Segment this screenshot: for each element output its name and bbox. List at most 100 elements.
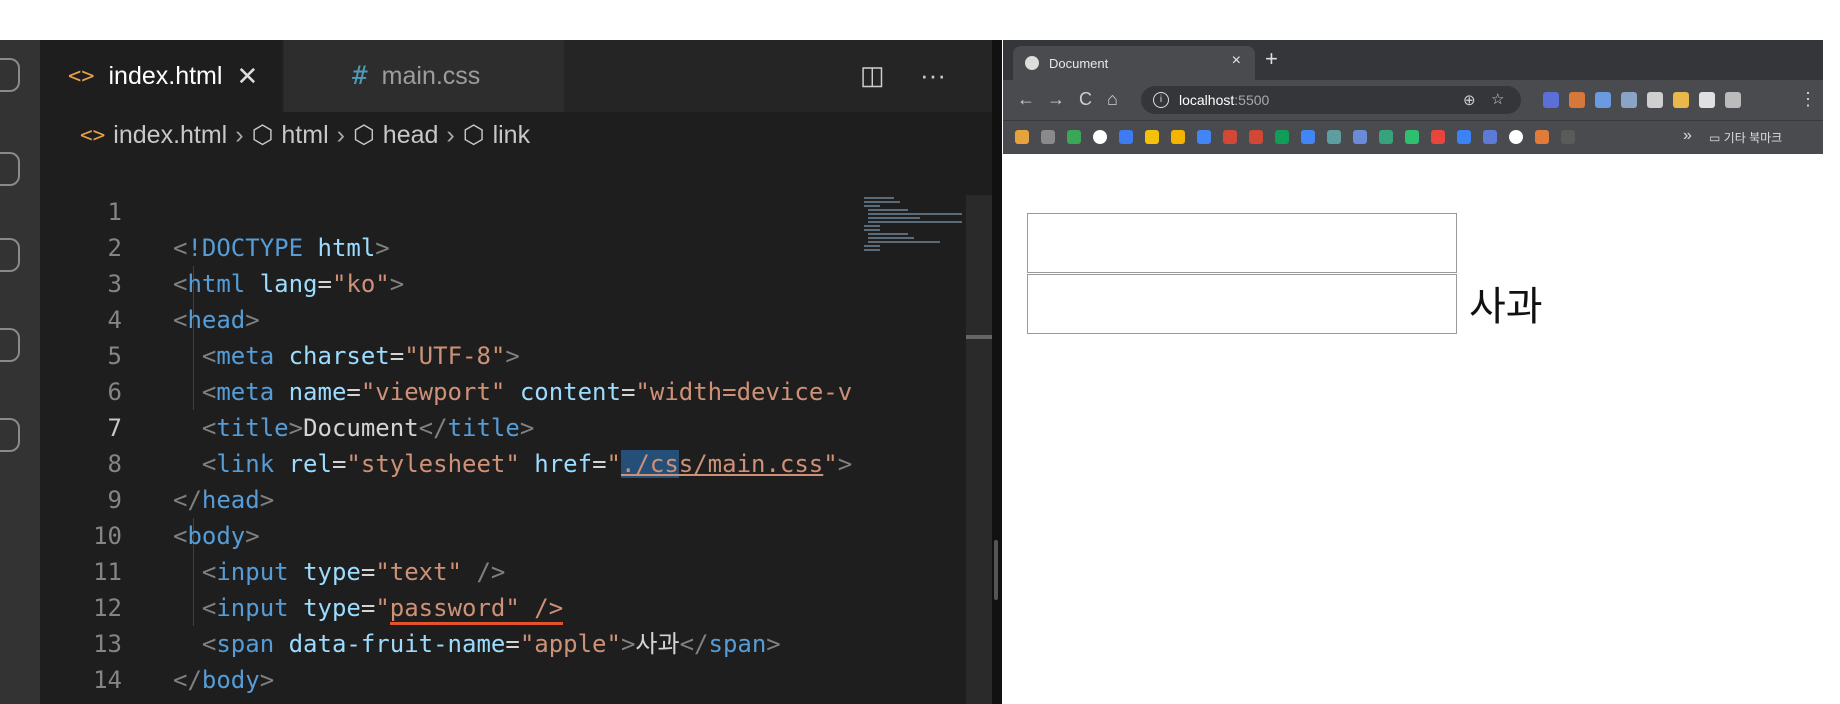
code-area[interactable]: 1 <!DOCTYPE html> 2 <html lang="ko"> 3 <… bbox=[40, 158, 855, 704]
breadcrumb-item[interactable]: html bbox=[281, 121, 328, 150]
url-port: :5500 bbox=[1234, 92, 1270, 108]
code-line: 5 <meta name="viewport" content="width=d… bbox=[40, 302, 853, 406]
star-icon[interactable]: ☆ bbox=[1491, 90, 1504, 108]
bookmark-icon[interactable] bbox=[1405, 130, 1419, 144]
browser-tab[interactable]: Document × bbox=[1013, 46, 1255, 80]
breadcrumb-item[interactable]: index.html bbox=[113, 121, 227, 150]
extension-icon[interactable] bbox=[1673, 92, 1689, 108]
close-icon[interactable]: × bbox=[1232, 52, 1241, 70]
forward-icon[interactable]: → bbox=[1047, 89, 1065, 110]
symbol-icon: ⬡ bbox=[251, 121, 274, 149]
home-icon[interactable]: ⌂ bbox=[1107, 89, 1118, 110]
minimap-line bbox=[868, 209, 908, 211]
bookmark-icon[interactable] bbox=[1535, 130, 1549, 144]
bookmark-icon[interactable] bbox=[1561, 130, 1575, 144]
code-text: </body> bbox=[173, 666, 275, 694]
code-text: </html> bbox=[173, 698, 274, 704]
minimap-line bbox=[868, 213, 962, 215]
html-file-icon: <> bbox=[80, 123, 106, 147]
code-line: 2 <html lang="ko"> bbox=[40, 194, 405, 298]
calendar-icon[interactable] bbox=[1197, 130, 1211, 144]
apps-icon[interactable] bbox=[1015, 130, 1029, 144]
docs-icon[interactable] bbox=[1301, 130, 1315, 144]
drive-icon[interactable] bbox=[1145, 130, 1159, 144]
split-editor-icon[interactable]: ◫ bbox=[860, 60, 885, 91]
source-control-icon[interactable] bbox=[0, 238, 20, 272]
other-bookmarks-folder[interactable]: ▭ 기타 북마크 bbox=[1709, 129, 1782, 146]
code-line: 10 <input type="text" /> bbox=[40, 482, 505, 586]
address-bar[interactable]: i localhost :5500 ⊕ ☆ bbox=[1141, 86, 1521, 114]
extension-icon[interactable] bbox=[1543, 92, 1559, 108]
fruit-span: 사과 bbox=[1469, 284, 1543, 330]
resize-handle[interactable] bbox=[994, 540, 998, 600]
symbol-icon: ⬡ bbox=[462, 121, 485, 149]
zoom-icon[interactable]: ⊕ bbox=[1463, 91, 1476, 109]
more-actions-icon[interactable]: ··· bbox=[920, 60, 946, 91]
youtube-icon[interactable] bbox=[1431, 130, 1445, 144]
google-icon[interactable] bbox=[1093, 130, 1107, 144]
breadcrumb-item[interactable]: head bbox=[383, 121, 439, 150]
globe-icon bbox=[1025, 56, 1039, 70]
puzzle-icon[interactable] bbox=[1699, 92, 1715, 108]
code-text: <link rel="stylesheet" href="./css/main.… bbox=[201, 450, 853, 478]
tab-main-css[interactable]: # main.css bbox=[284, 40, 564, 112]
extension-icon[interactable] bbox=[1595, 92, 1611, 108]
chevron-right-icon: › bbox=[336, 120, 345, 149]
gmail-icon[interactable] bbox=[1223, 130, 1237, 144]
minimap-line bbox=[864, 201, 900, 203]
menu-icon[interactable]: ⋮ bbox=[1799, 89, 1817, 110]
browser-toolbar: ← → C ⌂ i localhost :5500 ⊕ ☆ ⋮ bbox=[1003, 80, 1823, 120]
minimap-line bbox=[864, 245, 880, 247]
minimap[interactable] bbox=[856, 195, 966, 704]
dropbox-icon[interactable] bbox=[1119, 130, 1133, 144]
code-text: <html lang="ko"> bbox=[173, 270, 405, 298]
breadcrumb-item[interactable]: link bbox=[493, 121, 531, 150]
bookmarks-more-icon[interactable]: » bbox=[1683, 127, 1692, 145]
code-line: 8 </head> bbox=[40, 410, 275, 514]
camera-icon[interactable] bbox=[1647, 92, 1663, 108]
scrollbar-thumb[interactable] bbox=[966, 335, 992, 339]
bookmark-icon[interactable] bbox=[1483, 130, 1497, 144]
trello-icon[interactable] bbox=[1457, 130, 1471, 144]
extension-icon[interactable] bbox=[1569, 92, 1585, 108]
gmail-icon[interactable] bbox=[1249, 130, 1263, 144]
browser-window: Document × + ← → C ⌂ i localhost :5500 ⊕… bbox=[1003, 40, 1823, 704]
code-text: <body> bbox=[173, 522, 260, 550]
code-line: 11 <input type="password" /> bbox=[40, 518, 564, 625]
search-icon[interactable] bbox=[0, 152, 20, 186]
extensions-icon[interactable] bbox=[0, 418, 20, 452]
code-text: <head> bbox=[173, 306, 260, 334]
close-icon[interactable]: ✕ bbox=[236, 61, 258, 92]
bookmark-icon[interactable] bbox=[1041, 130, 1055, 144]
sheets-icon[interactable] bbox=[1275, 130, 1289, 144]
bookmark-icon[interactable] bbox=[1327, 130, 1341, 144]
symbol-icon: ⬡ bbox=[352, 121, 375, 149]
new-tab-button[interactable]: + bbox=[1265, 46, 1278, 72]
run-debug-icon[interactable] bbox=[0, 328, 20, 362]
reload-icon[interactable]: C bbox=[1079, 89, 1092, 110]
explorer-icon[interactable] bbox=[0, 58, 20, 92]
minimap-line bbox=[864, 225, 880, 227]
bookmark-icon[interactable] bbox=[1353, 130, 1367, 144]
tab-index-html[interactable]: <> index.html ✕ bbox=[40, 40, 282, 112]
bookmark-icon[interactable] bbox=[1171, 130, 1185, 144]
line-number: 14 bbox=[93, 666, 122, 694]
github-icon[interactable] bbox=[1509, 130, 1523, 144]
code-line: 4 <meta charset="UTF-8"> bbox=[40, 266, 520, 370]
bookmark-icon[interactable] bbox=[1379, 130, 1393, 144]
bookmark-icon[interactable] bbox=[1067, 130, 1081, 144]
rss-icon[interactable] bbox=[1725, 92, 1741, 108]
vertical-scrollbar[interactable] bbox=[966, 195, 992, 704]
info-icon[interactable]: i bbox=[1153, 92, 1169, 108]
chevron-right-icon: › bbox=[446, 120, 455, 149]
password-input[interactable] bbox=[1027, 274, 1457, 334]
back-icon[interactable]: ← bbox=[1017, 89, 1035, 110]
code-line: 14 </html> bbox=[40, 626, 274, 704]
activity-bar bbox=[0, 40, 40, 704]
browser-tab-title: Document bbox=[1049, 55, 1109, 71]
extension-icon[interactable] bbox=[1621, 92, 1637, 108]
text-input[interactable] bbox=[1027, 213, 1457, 273]
code-line: 12 <span data-fruit-name="apple">사과</spa… bbox=[40, 554, 781, 658]
code-text: <meta name="viewport" content="width=dev… bbox=[201, 378, 853, 406]
code-line: 3 <head> bbox=[40, 230, 260, 334]
